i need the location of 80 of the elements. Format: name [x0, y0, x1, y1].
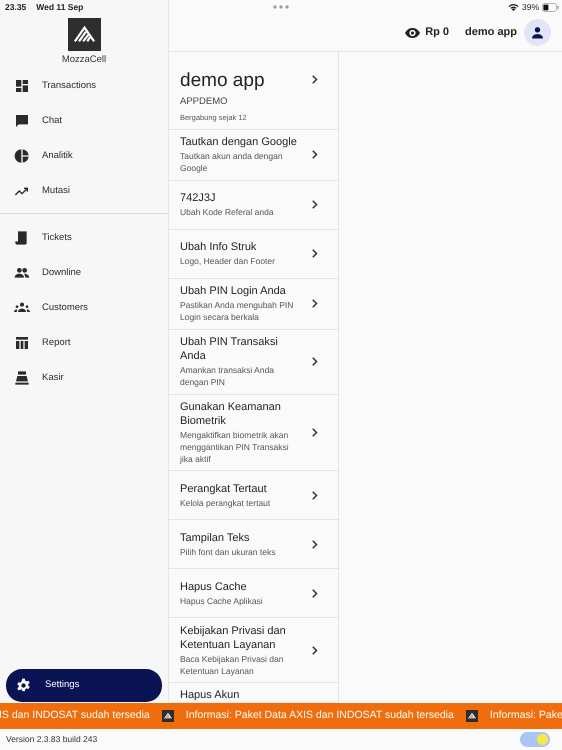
settings-subtitle: Pastikan Anda mengubah PIN Login secara berkala [180, 299, 294, 324]
cash-register-icon [14, 370, 30, 386]
battery-percent: 39% [522, 1, 539, 14]
ticker-text: Informasi: Paket Data AXIS dan INDOSAT sudah tersedia [186, 708, 454, 724]
settings-row[interactable]: Ubah PIN Transaksi Anda Amankan transaksi Anda dengan PIN [169, 330, 338, 395]
settings-row[interactable]: Ubah PIN Login Anda Pastikan Anda mengubah PIN Login secara berkala [169, 278, 338, 330]
ticker-text: Informasi: Pake [490, 708, 562, 724]
settings-row[interactable]: 742J3J Ubah Kode Referal anda [169, 180, 338, 230]
status-date: Wed 11 Sep [36, 0, 84, 14]
battery-icon [542, 2, 559, 12]
settings-row[interactable]: Tautkan dengan Google Tautkan akun anda dengan Google [169, 130, 338, 181]
app-logo-icon [162, 710, 174, 722]
settings-row[interactable]: Perangkat Tertaut Kelola perangkat tertaut [169, 471, 338, 520]
chevron-right-icon [312, 299, 318, 308]
settings-title: Hapus Akun [180, 688, 240, 702]
chevron-right-icon [312, 588, 318, 598]
dashboard-icon [14, 78, 30, 94]
settings-title: 742J3J [180, 191, 216, 206]
settings-title: Perangkat Tertaut [180, 482, 268, 496]
settings-row[interactable]: Tampilan Teks Pilih font dan ukuran teks [169, 520, 338, 570]
settings-subtitle: Hapus Cache Aplikasi [180, 594, 264, 607]
app-logo [68, 18, 100, 51]
settings-title: Kebijakan Privasi dan Ketentuan Layanan [180, 624, 287, 652]
chevron-right-icon [312, 428, 318, 437]
chevron-right-icon [312, 249, 318, 258]
chevron-right-icon [312, 646, 318, 655]
settings-row[interactable]: Hapus Cache Hapus Cache Aplikasi [169, 569, 338, 618]
user-name: demo app [465, 25, 517, 40]
settings-subtitle: Baca Kebijakan Privasi dan Ketentuan Layanan [180, 652, 284, 677]
balance-amount: Rp 0 [425, 25, 450, 40]
profile-name: demo app [180, 70, 265, 92]
settings-subtitle: Pilih font dan ukuran teks [180, 546, 276, 558]
chevron-right-icon [312, 357, 318, 366]
settings-subtitle: Ubah Kode Referal anda [180, 206, 275, 218]
chat-bubble-icon [14, 112, 30, 129]
sidebar-item[interactable]: Analitik [4, 138, 164, 174]
multitask-dots-icon[interactable] [273, 5, 289, 9]
ticker-text: IS dan INDOSAT sudah tersedia [0, 708, 150, 724]
settings-title: Ubah PIN Transaksi Anda [180, 335, 279, 364]
avatar-button[interactable] [524, 19, 551, 46]
version-label: Version 2.3.83 build 243 [6, 733, 98, 746]
chevron-right-icon [312, 490, 318, 500]
brand-name: MozzaCell [62, 53, 106, 67]
settings-nav-button[interactable]: Settings [6, 669, 162, 702]
settings-title: Ubah Info Struk [180, 240, 258, 254]
settings-title: Ubah PIN Login Anda [180, 284, 287, 298]
sidebar-item[interactable]: Kasir [4, 360, 164, 396]
wifi-icon [508, 3, 519, 12]
settings-subtitle: Mengaktifkan biometrik akan menggantikan PIN Transaksi jika aktif [180, 428, 290, 465]
chevron-right-icon [312, 200, 318, 210]
chevron-right-icon [312, 150, 318, 160]
person-icon [531, 26, 544, 39]
settings-subtitle: Kelola perangkat tertaut [180, 496, 272, 509]
sidebar-item[interactable]: Tickets [4, 220, 164, 256]
sidebar-item[interactable]: Report [4, 325, 164, 360]
settings-title: Tampilan Teks [180, 530, 250, 545]
settings-title: Hapus Cache [180, 580, 248, 594]
settings-row[interactable]: Ubah Info Struk Logo, Header dan Footer [169, 230, 338, 279]
sidebar-item[interactable]: Mutasi [4, 173, 164, 208]
pie-chart-icon [14, 148, 30, 164]
sidebar-item[interactable]: Transactions [4, 68, 164, 104]
settings-row[interactable]: Kebijakan Privasi dan Ketentuan Layanan Baca Kebijakan Privasi dan Ketentuan Layanan [169, 618, 338, 683]
settings-subtitle: Tautkan akun anda dengan Google [180, 150, 284, 174]
chevron-right-icon [312, 75, 318, 84]
table-icon [14, 334, 30, 351]
status-time: 23.35 [5, 0, 26, 14]
app-logo-icon [466, 710, 478, 722]
settings-subtitle: Logo, Header dan Footer [180, 255, 276, 268]
settings-icon [16, 678, 31, 693]
settings-row[interactable]: Gunakan Keamanan Biometrik Mengaktifkan biometrik akan menggantikan PIN Transaksi jika aktif [169, 394, 338, 472]
sidebar-item[interactable]: Chat [4, 103, 164, 138]
settings-subtitle: Amankan transaksi Anda dengan PIN [180, 364, 276, 388]
chevron-right-icon [312, 540, 318, 549]
sidebar-item[interactable]: Downline [4, 255, 164, 290]
sidebar-item[interactable]: Customers [4, 290, 164, 326]
profile-code: APPDEMO [180, 95, 229, 109]
settings-title: Tautkan dengan Google [180, 135, 298, 150]
settings-title: Gunakan Keamanan Biometrik [180, 400, 282, 428]
theme-toggle[interactable] [520, 732, 550, 747]
eye-icon[interactable] [405, 28, 420, 38]
